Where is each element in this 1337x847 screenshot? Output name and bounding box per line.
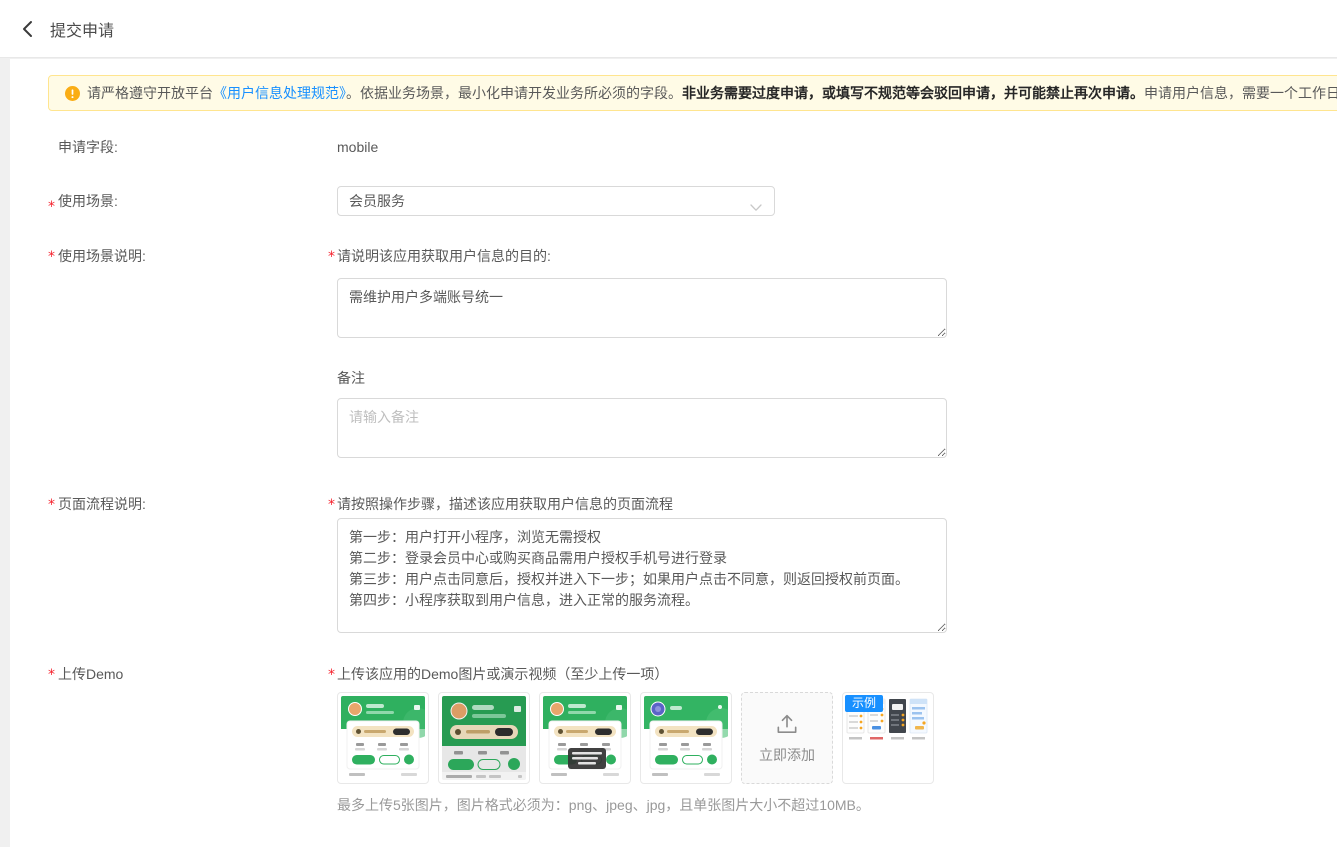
- example-badge: 示例: [845, 695, 883, 712]
- demo-thumbnail-2[interactable]: [438, 692, 530, 784]
- demo-thumbnail-4[interactable]: [640, 692, 732, 784]
- flow-steps-label: *请按照操作步骤，描述该应用获取用户信息的页面流程: [337, 494, 947, 515]
- apply-field-label: 申请字段:: [48, 137, 337, 158]
- scene-description-controls: *请说明该应用获取用户信息的目的: 需维护用户多端账号统一 备注: [337, 246, 947, 458]
- mini-program-screenshot: [442, 696, 526, 780]
- page-flow-label: *页面流程说明:: [48, 494, 337, 633]
- remark-label: 备注: [337, 368, 947, 389]
- scene-description-label: *使用场景说明:: [48, 246, 337, 458]
- back-button[interactable]: [16, 17, 40, 41]
- upload-demo-controls: *上传该应用的Demo图片或演示视频（至少上传一项）: [337, 664, 934, 816]
- remark-textarea[interactable]: [337, 398, 947, 458]
- demo-thumbnails-row: 立即添加 示例: [337, 692, 934, 784]
- warning-text-mid: 。依据业务场景，最小化申请开发业务所必须的字段。: [346, 85, 682, 101]
- purpose-textarea[interactable]: 需维护用户多端账号统一: [337, 278, 947, 338]
- add-demo-button[interactable]: 立即添加: [741, 692, 833, 784]
- usage-scene-label: *使用场景:: [48, 186, 337, 216]
- demo-thumbnail-1[interactable]: [337, 692, 429, 784]
- flow-textarea[interactable]: 第一步：用户打开小程序，浏览无需授权 第二步：登录会员中心或购买商品需用户授权手…: [337, 518, 947, 633]
- warning-text-post: 申请用户信息，需要一个工作日左右的审核时间，请耐心等待。: [1144, 85, 1337, 101]
- application-form: 申请字段: mobile *使用场景: 会员服务 *使用场景说明: *请说明该应…: [48, 137, 1337, 816]
- policy-link[interactable]: 《用户信息处理规范》: [213, 85, 346, 101]
- row-apply-field: 申请字段: mobile: [48, 137, 1337, 158]
- row-page-flow: *页面流程说明: *请按照操作步骤，描述该应用获取用户信息的页面流程 第一步：用…: [48, 494, 1337, 633]
- mini-program-screenshot: [543, 696, 627, 780]
- upload-hint: 最多上传5张图片，图片格式必须为：png、jpeg、jpg，且单张图片大小不超过…: [337, 795, 934, 816]
- content-panel: 请严格遵守开放平台《用户信息处理规范》。依据业务场景，最小化申请开发业务所必须的…: [10, 59, 1337, 847]
- row-upload-demo: *上传Demo *上传该应用的Demo图片或演示视频（至少上传一项）: [48, 664, 1337, 816]
- example-thumbnail[interactable]: 示例: [842, 692, 934, 784]
- scene-select[interactable]: 会员服务: [337, 186, 775, 216]
- apply-field-value: mobile: [337, 137, 378, 158]
- chevron-left-icon: [18, 19, 38, 39]
- purpose-label: *请说明该应用获取用户信息的目的:: [337, 246, 947, 267]
- warning-icon: [65, 86, 80, 101]
- upload-demo-label: *上传Demo: [48, 664, 337, 816]
- mini-program-screenshot: [341, 696, 425, 780]
- page-flow-controls: *请按照操作步骤，描述该应用获取用户信息的页面流程 第一步：用户打开小程序，浏览…: [337, 494, 947, 633]
- upload-tray-icon: [773, 711, 801, 737]
- add-demo-label: 立即添加: [759, 745, 815, 765]
- chevron-down-icon: [750, 199, 762, 215]
- demo-thumbnail-3[interactable]: [539, 692, 631, 784]
- scene-select-value: 会员服务: [349, 191, 405, 211]
- row-scene-description: *使用场景说明: *请说明该应用获取用户信息的目的: 需维护用户多端账号统一 备…: [48, 246, 1337, 458]
- page-title: 提交申请: [50, 17, 114, 41]
- warning-banner: 请严格遵守开放平台《用户信息处理规范》。依据业务场景，最小化申请开发业务所必须的…: [48, 75, 1337, 111]
- row-usage-scene: *使用场景: 会员服务: [48, 186, 1337, 216]
- upload-instruction-label: *上传该应用的Demo图片或演示视频（至少上传一项）: [337, 664, 934, 685]
- page-header: 提交申请: [0, 0, 1337, 58]
- warning-text-pre: 请严格遵守开放平台: [87, 85, 213, 101]
- mini-program-screenshot: [644, 696, 728, 780]
- warning-text-bold: 非业务需要过度申请，或填写不规范等会驳回申请，并可能禁止再次申请。: [682, 85, 1144, 101]
